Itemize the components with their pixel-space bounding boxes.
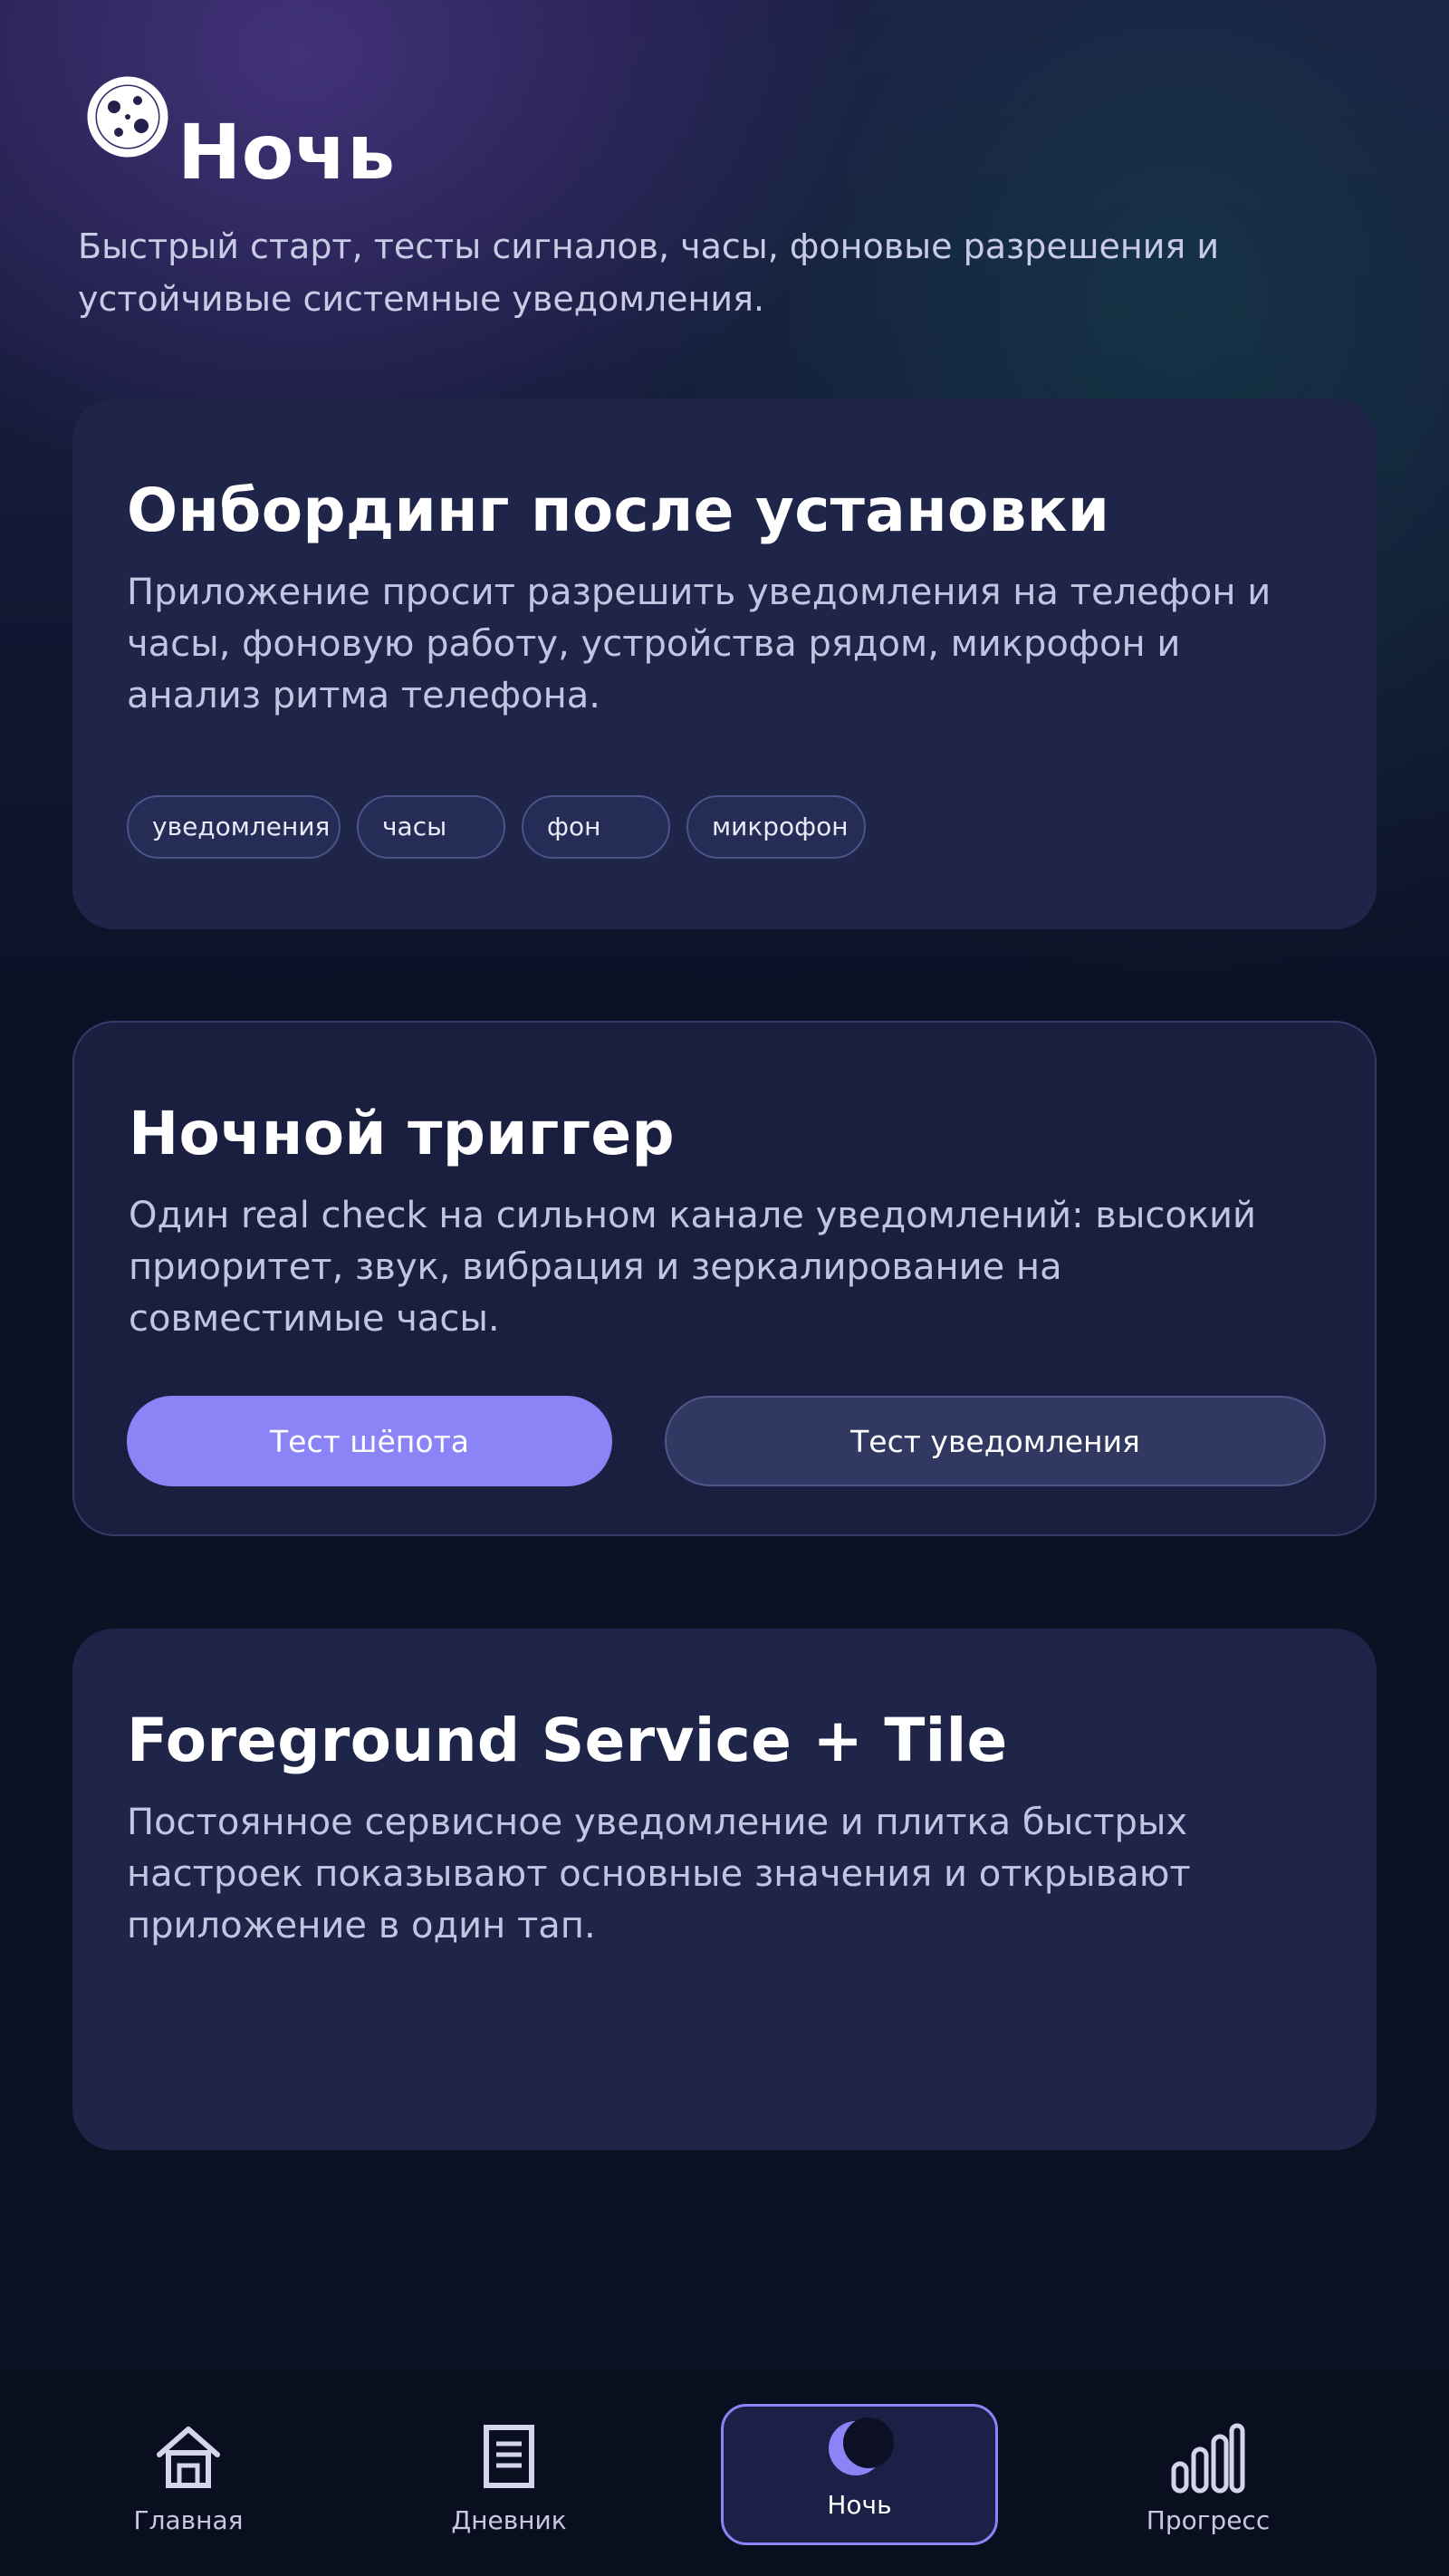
bar-chart-icon bbox=[1171, 2423, 1245, 2494]
diary-icon bbox=[484, 2425, 534, 2488]
home-icon bbox=[157, 2427, 220, 2488]
bottom-navigation: Главная Дневник Ночь Прогресс bbox=[0, 2369, 1449, 2576]
permission-chips: уведомления часы фон микрофон bbox=[127, 795, 866, 859]
whisper-test-button[interactable]: Тест шёпота bbox=[127, 1396, 612, 1486]
notification-test-button[interactable]: Тест уведомления bbox=[665, 1396, 1326, 1486]
onboarding-card: Онбординг после установки Приложение про… bbox=[72, 399, 1377, 929]
nav-label-night: Ночь bbox=[827, 2490, 892, 2520]
nav-item-home[interactable]: Главная bbox=[53, 2406, 324, 2542]
onboarding-text: Приложение просит разрешить уведомления … bbox=[127, 571, 1271, 716]
page-header: Ночь Быстрый старт, тесты сигналов, часы… bbox=[78, 72, 1255, 319]
foreground-service-card: Foreground Service + Tile Постоянное сер… bbox=[72, 1629, 1377, 2150]
foreground-service-title: Foreground Service + Tile bbox=[127, 1706, 1008, 1775]
nav-item-night[interactable]: Ночь bbox=[721, 2404, 998, 2545]
night-trigger-card: Ночной триггер Один real check на сильно… bbox=[72, 1021, 1377, 1536]
foreground-service-text: Постоянное сервисное уведомление и плитк… bbox=[127, 1801, 1191, 1946]
title-row: Ночь bbox=[78, 72, 1255, 208]
chip-background[interactable]: фон bbox=[522, 795, 670, 859]
nav-item-progress[interactable]: Прогресс bbox=[1072, 2406, 1344, 2542]
chip-microphone[interactable]: микрофон bbox=[686, 795, 866, 859]
nav-label-diary: Дневник bbox=[451, 2505, 567, 2535]
night-trigger-text: Один real check на сильном канале уведом… bbox=[129, 1194, 1257, 1340]
onboarding-title: Онбординг после установки bbox=[127, 476, 1110, 545]
night-trigger-title: Ночной триггер bbox=[129, 1099, 675, 1168]
chip-watch[interactable]: часы bbox=[357, 795, 505, 859]
nav-label-home: Главная bbox=[133, 2505, 244, 2535]
nav-label-progress: Прогресс bbox=[1146, 2505, 1271, 2535]
page-subtitle: Быстрый старт, тесты сигналов, часы, фон… bbox=[78, 226, 1220, 319]
moon-icon bbox=[87, 76, 168, 158]
chip-notifications[interactable]: уведомления bbox=[127, 795, 341, 859]
nav-item-diary[interactable]: Дневник bbox=[373, 2406, 645, 2542]
page-title: Ночь bbox=[178, 108, 396, 197]
moon-icon bbox=[829, 2417, 894, 2475]
